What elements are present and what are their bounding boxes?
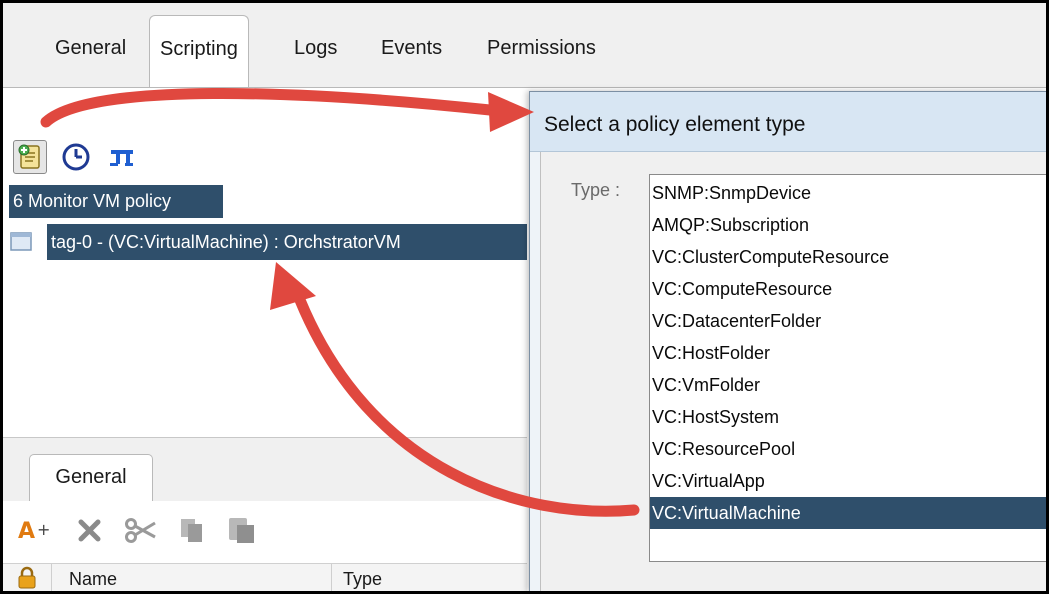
schedule-button[interactable] [59,140,93,174]
clock-icon [62,143,90,171]
tree-root-policy[interactable]: 6 Monitor VM policy [9,185,223,218]
lock-icon [18,566,36,589]
select-policy-element-dialog: Select a policy element type Type : SNMP… [529,91,1046,591]
link-icon [110,150,133,166]
list-item[interactable]: VC:ClusterComputeResource [650,241,1046,273]
tab-logs[interactable]: Logs [294,37,337,60]
list-item[interactable]: VC:VmFolder [650,369,1046,401]
tree-item-tag[interactable]: tag-0 - (VC:VirtualMachine) : Orchstrato… [9,224,527,260]
paste-icon[interactable] [225,515,259,545]
cut-icon[interactable] [123,515,159,545]
link-button[interactable] [105,140,139,174]
tab-general[interactable]: General [55,37,126,60]
type-label: Type : [571,180,621,200]
policy-element-icon [10,232,32,251]
attributes-toolbar: A + [3,501,527,563]
add-policy-element-button[interactable] [13,140,47,174]
list-item[interactable]: VC:DatacenterFolder [650,305,1046,337]
list-item[interactable]: VC:ResourcePool [650,433,1046,465]
svg-text:A: A [18,519,35,544]
top-tab-strip: General Scripting Logs Events Permission… [3,3,1046,88]
attributes-grid-header: Name Type [3,563,527,591]
list-item[interactable]: VC:VirtualApp [650,465,1046,497]
list-item[interactable]: VC:HostSystem [650,401,1046,433]
list-item[interactable]: VC:HostFolder [650,337,1046,369]
list-item[interactable]: SNMP:SnmpDevice [650,177,1046,209]
tab-permissions[interactable]: Permissions [487,37,596,60]
application-window: General Scripting Logs Events Permission… [0,0,1049,594]
type-listbox[interactable]: SNMP:SnmpDevice AMQP:Subscription VC:Clu… [649,174,1046,562]
copy-icon[interactable] [177,515,207,545]
tab-events[interactable]: Events [381,37,442,60]
list-item[interactable]: AMQP:Subscription [650,209,1046,241]
scripting-panel: 6 Monitor VM policy tag-0 - (VC:VirtualM… [3,88,527,591]
tab-lower-general[interactable]: General [29,454,153,501]
dialog-body: Type : SNMP:SnmpDevice AMQP:Subscription… [540,152,1046,591]
list-item[interactable]: VC:ComputeResource [650,273,1046,305]
tree-item-label: tag-0 - (VC:VirtualMachine) : Orchstrato… [47,224,527,260]
delete-icon[interactable] [75,515,105,545]
tab-scripting[interactable]: Scripting [149,15,249,87]
add-policy-element-icon [18,144,40,169]
list-item-selected[interactable]: VC:VirtualMachine [650,497,1046,529]
column-name[interactable]: Name [69,564,117,591]
column-type[interactable]: Type [343,564,382,591]
dialog-title: Select a policy element type [530,92,1046,152]
add-attribute-icon[interactable]: A + [17,515,51,545]
svg-text:+: + [37,520,50,539]
